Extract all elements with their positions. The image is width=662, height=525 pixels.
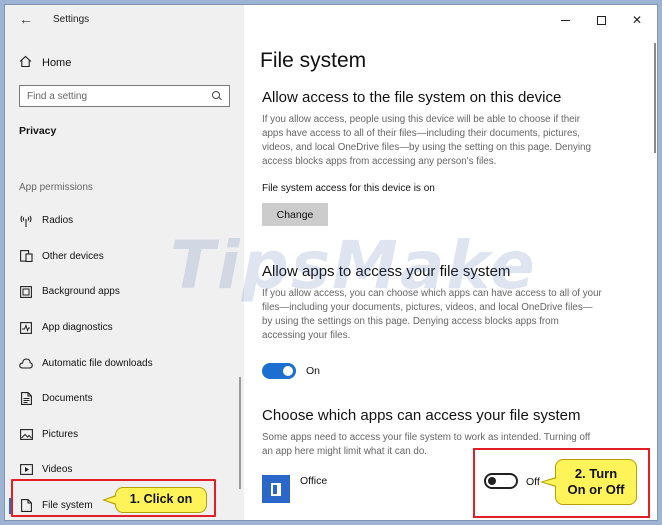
section-heading-app-permissions: App permissions [19,182,93,193]
sidebar-nav: Radios Other devices Background apps App… [5,203,244,520]
section-description-device-access: If you allow access, people using this d… [262,114,591,167]
app-access-toggle[interactable] [262,363,296,379]
section-heading-app-access: Allow apps to access your file system [262,263,511,280]
section-heading-device-access: Allow access to the file system on this … [262,89,562,106]
devices-icon [19,249,33,263]
background-apps-icon [19,285,33,299]
callout-line-2: On or Off [567,482,625,497]
sidebar-item-label: App diagnostics [42,322,113,334]
main-scrollbar[interactable] [654,43,656,153]
sidebar-item-label: Documents [42,393,93,405]
sidebar-item-pictures[interactable]: Pictures [5,417,244,453]
sidebar-item-label: Other devices [42,250,104,262]
change-button[interactable]: Change [262,203,328,226]
document-icon [19,392,33,406]
app-name-office: Office [300,475,328,487]
sidebar-item-label: Home [42,57,72,69]
section-description-app-access: If you allow access, you can choose whic… [262,288,602,341]
sidebar-item-home[interactable]: Home [19,55,71,71]
back-arrow-icon[interactable]: ← [19,12,33,26]
sidebar-item-radios[interactable]: Radios [5,203,244,239]
search-field[interactable] [19,85,230,107]
section-heading-privacy: Privacy [19,125,57,137]
title-bar: ← Settings [5,5,244,35]
sidebar-scrollbar[interactable] [239,377,241,489]
office-app-icon [262,475,290,503]
home-icon [19,55,33,71]
callout-turn-on-off: 2. Turn On or Off [540,459,637,505]
close-button[interactable]: ✕ [619,9,655,31]
sidebar-item-label: Background apps [42,286,120,298]
videos-icon [19,463,33,477]
maximize-button[interactable] [583,9,619,31]
app-access-toggle-label: On [306,365,321,377]
search-icon[interactable] [212,91,222,101]
close-icon: ✕ [631,13,643,27]
main-content: ✕ File system Allow access to the file s… [244,5,657,520]
pictures-icon [19,427,33,441]
radio-icon [19,214,33,228]
cloud-download-icon [19,356,33,370]
callout-click-on: 1. Click on [102,487,207,513]
section-heading-choose-apps: Choose which apps can access your file s… [262,407,581,424]
diagnostics-icon [19,321,33,335]
minimize-icon [560,19,570,21]
office-logo-icon [271,482,281,496]
sidebar-item-label: Videos [42,464,73,476]
sidebar-item-label: Pictures [42,428,79,440]
sidebar-item-app-diagnostics[interactable]: App diagnostics [5,310,244,346]
sidebar-item-background-apps[interactable]: Background apps [5,274,244,310]
window-controls: ✕ [547,9,655,31]
app-title: Settings [53,14,90,25]
maximize-icon [596,15,606,25]
sidebar-item-automatic-file-downloads[interactable]: Automatic file downloads [5,345,244,381]
device-access-status: File system access for this device is on [262,183,435,194]
callout-line-1: 2. Turn [574,466,618,481]
sidebar: ← Settings Home Privacy App permissions … [5,5,244,520]
sidebar-item-other-devices[interactable]: Other devices [5,239,244,275]
settings-window: ← Settings Home Privacy App permissions … [4,4,658,521]
search-input[interactable] [27,90,212,102]
sidebar-item-documents[interactable]: Documents [5,381,244,417]
minimize-button[interactable] [547,9,583,31]
sidebar-item-label: Automatic file downloads [42,357,153,369]
sidebar-item-label: Radios [42,215,74,227]
page-title: File system [260,49,367,72]
